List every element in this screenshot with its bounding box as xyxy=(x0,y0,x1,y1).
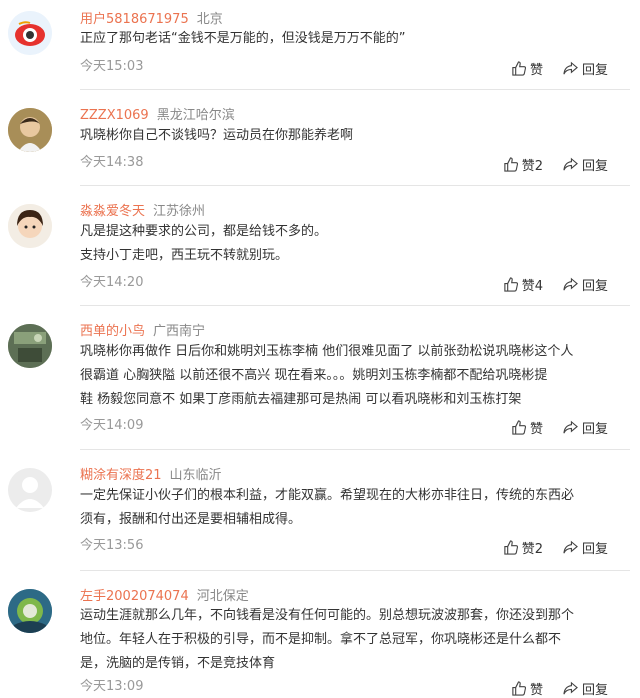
thumbs-up-icon xyxy=(512,681,526,696)
username-link[interactable]: 西单的小鸟 xyxy=(80,324,145,339)
like-count: 赞 xyxy=(529,63,543,78)
comment-text-line: 很霸道 心胸狭隘 以前还很不高兴 现在看来。。。姚明刘玉栋李楠都不配给巩晓彬提 xyxy=(80,368,548,383)
thumbs-up-icon xyxy=(504,277,518,292)
like-count: 赞 xyxy=(529,422,543,437)
comment-text-line: 须有，报酬和付出还是要相辅相成得。 xyxy=(80,512,302,527)
reply-button[interactable]: 回复 xyxy=(563,538,608,557)
user-photo-avatar-icon xyxy=(8,108,52,152)
reply-arrow-icon xyxy=(563,681,578,695)
avatar[interactable] xyxy=(8,589,52,633)
like-count: 赞 xyxy=(529,683,543,698)
reply-label: 回复 xyxy=(581,63,608,78)
reply-arrow-icon xyxy=(563,157,578,171)
thumbs-up-icon xyxy=(504,540,518,555)
comment-text: 巩晓彬你自己不谈钱吗？运动员在你那能养老啊 xyxy=(80,124,612,148)
avatar[interactable] xyxy=(8,468,52,512)
like-count: 赞2 xyxy=(521,159,543,174)
user-location: 江苏徐州 xyxy=(153,204,206,219)
comment-time: 今天14:38 xyxy=(80,155,144,170)
comment-text-line: 一定先保证小伙子们的根本利益，才能双赢。希望现在的大彬亦非往日，传统的东西必 xyxy=(80,488,575,503)
comment-text: 运动生涯就那么几年，不向钱看是没有任何可能的。别总想玩波波那套，你还没到那个 地… xyxy=(80,604,612,676)
comment-text-line: 支持小丁走吧，西王玩不转就别玩。 xyxy=(80,248,289,263)
comment-text-line: 巩晓彬你再做作 日后你和姚明刘玉栋李楠 他们很难见面了 以前张劲松说巩晓彬这个人 xyxy=(80,344,574,359)
comment-item: 左手2002074074 河北保定 运动生涯就那么几年，不向钱看是没有任何可能的。… xyxy=(0,571,640,698)
comment-text: 凡是提这种要求的公司，都是给钱不多的。 支持小丁走吧，西王玩不转就别玩。 xyxy=(80,220,612,268)
comment-item: 淼淼爱冬天 江苏徐州 凡是提这种要求的公司，都是给钱不多的。 支持小丁走吧，西王玩… xyxy=(0,186,640,306)
thumbs-up-icon xyxy=(512,61,526,76)
comment-time: 今天14:09 xyxy=(80,418,144,433)
user-photo-avatar-icon xyxy=(8,324,52,368)
comment-time: 今天13:56 xyxy=(80,538,144,553)
reply-button[interactable]: 回复 xyxy=(563,418,608,437)
comment-text-line: 巩晓彬你自己不谈钱吗？运动员在你那能养老啊 xyxy=(80,128,354,143)
reply-button[interactable]: 回复 xyxy=(563,155,608,174)
comment-text-line: 运动生涯就那么几年，不向钱看是没有任何可能的。别总想玩波波那套，你还没到那个 xyxy=(80,608,575,623)
comment-time: 今天13:09 xyxy=(80,679,144,694)
username-link[interactable]: ZZZX1069 xyxy=(80,108,149,123)
like-count: 赞2 xyxy=(521,542,543,557)
like-count: 赞4 xyxy=(521,279,543,294)
reply-arrow-icon xyxy=(563,540,578,554)
comment-text-line: 凡是提这种要求的公司，都是给钱不多的。 xyxy=(80,224,328,239)
avatar[interactable] xyxy=(8,11,52,55)
username-link[interactable]: 糊涂有深度21 xyxy=(80,468,162,483)
avatar[interactable] xyxy=(8,204,52,248)
like-button[interactable]: 赞 xyxy=(511,59,543,78)
user-location: 黑龙江哈尔滨 xyxy=(156,108,235,123)
user-location: 广西南宁 xyxy=(153,324,206,339)
reply-button[interactable]: 回复 xyxy=(563,59,608,78)
user-location: 山东临沂 xyxy=(169,468,222,483)
avatar[interactable] xyxy=(8,324,52,368)
user-location: 河北保定 xyxy=(196,589,249,604)
reply-label: 回复 xyxy=(581,683,608,698)
reply-arrow-icon xyxy=(563,61,578,75)
like-button[interactable]: 赞 xyxy=(511,418,543,437)
reply-arrow-icon xyxy=(563,420,578,434)
comment-text: 正应了那句老话“金钱不是万能的，但没钱是万万不能的” xyxy=(80,27,612,51)
comment-text-line: 鞋 杨毅您同意不 如果丁彦雨航去福建那可是热闹 可以看巩晓彬和刘玉栋打架 xyxy=(80,392,522,407)
comment-item: 糊涂有深度21 山东临沂 一定先保证小伙子们的根本利益，才能双赢。希望现在的大彬亦… xyxy=(0,450,640,571)
like-button[interactable]: 赞2 xyxy=(503,155,543,174)
comment-time: 今天15:03 xyxy=(80,59,144,74)
comment-text-line: 正应了那句老话“金钱不是万能的，但没钱是万万不能的” xyxy=(80,31,406,46)
comment-text: 巩晓彬你再做作 日后你和姚明刘玉栋李楠 他们很难见面了 以前张劲松说巩晓彬这个人… xyxy=(80,340,612,412)
reply-arrow-icon xyxy=(563,277,578,291)
username-link[interactable]: 淼淼爱冬天 xyxy=(80,204,145,219)
like-button[interactable]: 赞2 xyxy=(503,538,543,557)
reply-button[interactable]: 回复 xyxy=(563,275,608,294)
username-link[interactable]: 左手2002074074 xyxy=(80,589,189,604)
comment-time: 今天14:20 xyxy=(80,275,144,290)
username-link[interactable]: 用户5818671975 xyxy=(80,12,189,27)
comment-item: ZZZX1069 黑龙江哈尔滨 巩晓彬你自己不谈钱吗？运动员在你那能养老啊 今天1… xyxy=(0,90,640,186)
like-button[interactable]: 赞4 xyxy=(503,275,543,294)
user-location: 北京 xyxy=(196,12,223,27)
comment-text-line: 地位。年轻人在于积极的引导，而不是抑制。拿不了总冠军，你巩晓彬还是什么都不 xyxy=(80,632,562,647)
comment-text-line: 是，洗脑的是传销，不是竞技体育 xyxy=(80,656,276,671)
like-button[interactable]: 赞 xyxy=(511,679,543,698)
weibo-eye-avatar-icon xyxy=(8,11,52,55)
thumbs-up-icon xyxy=(512,420,526,435)
comment-item: 用户5818671975 北京 正应了那句老话“金钱不是万能的，但没钱是万万不能的… xyxy=(0,0,640,90)
user-photo-avatar-icon xyxy=(8,204,52,248)
reply-label: 回复 xyxy=(581,159,608,174)
default-user-avatar-icon xyxy=(8,468,52,512)
avatar[interactable] xyxy=(8,108,52,152)
reply-button[interactable]: 回复 xyxy=(563,679,608,698)
user-photo-avatar-icon xyxy=(8,589,52,633)
comment-item: 西单的小鸟 广西南宁 巩晓彬你再做作 日后你和姚明刘玉栋李楠 他们很难见面了 以前… xyxy=(0,306,640,450)
reply-label: 回复 xyxy=(581,422,608,437)
comment-text: 一定先保证小伙子们的根本利益，才能双赢。希望现在的大彬亦非往日，传统的东西必 须… xyxy=(80,484,612,532)
thumbs-up-icon xyxy=(504,157,518,172)
reply-label: 回复 xyxy=(581,279,608,294)
reply-label: 回复 xyxy=(581,542,608,557)
